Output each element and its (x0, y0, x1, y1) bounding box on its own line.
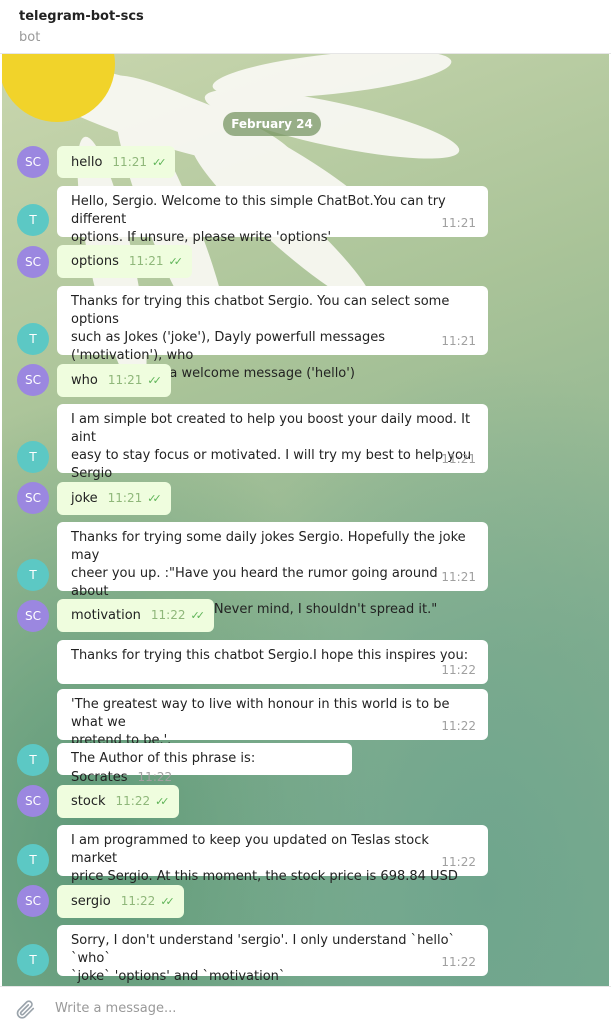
bot-avatar[interactable]: T (17, 441, 49, 473)
message-outgoing[interactable]: sergio 11:22 ✓✓ (57, 885, 184, 918)
chat-title[interactable]: telegram-bot-scs (19, 9, 144, 24)
message-incoming[interactable]: The Author of this phrase is: Socrates 11… (57, 743, 352, 785)
user-avatar[interactable]: SC (17, 785, 49, 817)
message-text: joke (71, 491, 98, 506)
message-incoming[interactable]: I am simple bot created to help you boos… (57, 404, 488, 481)
message-line: Sorry, I don't understand 'sergio'. I on… (71, 933, 456, 966)
message-time: 11:21 (441, 216, 476, 230)
message-time: 11:22 (120, 894, 156, 908)
message-outgoing[interactable]: joke 11:21 ✓✓ (57, 482, 171, 515)
message-time: 11:21 (441, 334, 476, 348)
date-separator: February 24 (223, 112, 321, 136)
message-incoming[interactable]: Thanks for trying some daily jokes Sergi… (57, 522, 488, 617)
double-check-icon: ✓✓ (160, 895, 175, 908)
message-incoming[interactable]: Hello, Sergio. Welcome to this simple Ch… (57, 186, 488, 245)
message-line: Sergio (71, 466, 113, 481)
message-line: 'The greatest way to live with honour in… (71, 697, 450, 730)
message-line: Thanks for trying this chatbot Sergio. Y… (71, 294, 450, 327)
message-line: such as Jokes ('joke'), Dayly powerfull … (71, 330, 385, 363)
message-text: stock (71, 794, 106, 809)
message-outgoing[interactable]: stock 11:22 ✓✓ (57, 785, 179, 818)
double-check-icon: ✓✓ (152, 156, 167, 169)
message-line: I am programmed to keep you updated on T… (71, 833, 429, 866)
message-line: Thanks for trying this chatbot Sergio.I … (71, 648, 469, 663)
message-line: I am simple bot created to help you boos… (71, 412, 471, 445)
message-time: 11:22 (441, 955, 476, 969)
message-time: 11:22 (441, 719, 476, 733)
user-avatar[interactable]: SC (17, 146, 49, 178)
bot-avatar[interactable]: T (17, 744, 49, 776)
message-outgoing[interactable]: motivation 11:22 ✓✓ (57, 599, 214, 632)
message-incoming[interactable]: 'The greatest way to live with honour in… (57, 689, 488, 748)
message-time: 11:21 (112, 155, 148, 169)
double-check-icon: ✓✓ (190, 609, 205, 622)
message-time: 11:22 (115, 794, 151, 808)
message-incoming[interactable]: Thanks for trying this chatbot Sergio.I … (57, 640, 488, 684)
bot-avatar[interactable]: T (17, 323, 49, 355)
message-outgoing[interactable]: who 11:21 ✓✓ (57, 364, 171, 397)
user-avatar[interactable]: SC (17, 885, 49, 917)
message-time: 11:21 (441, 452, 476, 466)
bot-avatar[interactable]: T (17, 944, 49, 976)
message-time: 11:22 (150, 608, 186, 622)
bot-avatar[interactable]: T (17, 844, 49, 876)
double-check-icon: ✓✓ (147, 374, 162, 387)
double-check-icon: ✓✓ (155, 795, 170, 808)
message-text: motivation (71, 608, 141, 623)
message-line: cheer you up. :"Have you heard the rumor… (71, 566, 438, 599)
message-outgoing[interactable]: options 11:21 ✓✓ (57, 245, 192, 278)
bot-avatar[interactable]: T (17, 559, 49, 591)
message-history[interactable]: February 24 SC hello 11:21 ✓✓ T Hello, Ser… (2, 54, 609, 986)
message-time: 11:22 (441, 855, 476, 869)
message-time: 11:21 (107, 491, 143, 505)
message-line: Hello, Sergio. Welcome to this simple Ch… (71, 194, 446, 227)
chat-header: telegram-bot-scs bot (0, 0, 611, 54)
message-incoming[interactable]: I am programmed to keep you updated on T… (57, 825, 488, 884)
bot-avatar[interactable]: T (17, 204, 49, 236)
message-text: hello (71, 155, 103, 170)
message-time: 11:21 (441, 570, 476, 584)
paperclip-icon[interactable] (14, 998, 36, 1024)
message-incoming[interactable]: Sorry, I don't understand 'sergio'. I on… (57, 925, 488, 984)
message-time: 11:21 (107, 373, 143, 387)
message-time: 11:22 (441, 663, 476, 677)
message-input[interactable]: Write a message... (55, 1001, 176, 1016)
message-outgoing[interactable]: hello 11:21 ✓✓ (57, 146, 176, 178)
message-time: 11:21 (128, 254, 164, 268)
user-avatar[interactable]: SC (17, 364, 49, 396)
message-line: `joke` 'options' and `motivation` (71, 969, 286, 984)
user-avatar[interactable]: SC (17, 600, 49, 632)
double-check-icon: ✓✓ (168, 255, 183, 268)
message-time: 11:22 (137, 770, 173, 784)
message-incoming[interactable]: Thanks for trying this chatbot Sergio. Y… (57, 286, 488, 381)
message-text: who (71, 373, 98, 388)
message-text: sergio (71, 894, 111, 909)
double-check-icon: ✓✓ (147, 492, 162, 505)
user-avatar[interactable]: SC (17, 246, 49, 278)
chat-subtitle: bot (19, 30, 41, 45)
message-text: options (71, 254, 119, 269)
message-line: Thanks for trying some daily jokes Sergi… (71, 530, 466, 563)
user-avatar[interactable]: SC (17, 482, 49, 514)
message-line: price Sergio. At this moment, the stock … (71, 869, 458, 884)
message-composer: Write a message... (0, 986, 611, 1032)
message-line: easy to stay focus or motivated. I will … (71, 448, 472, 463)
